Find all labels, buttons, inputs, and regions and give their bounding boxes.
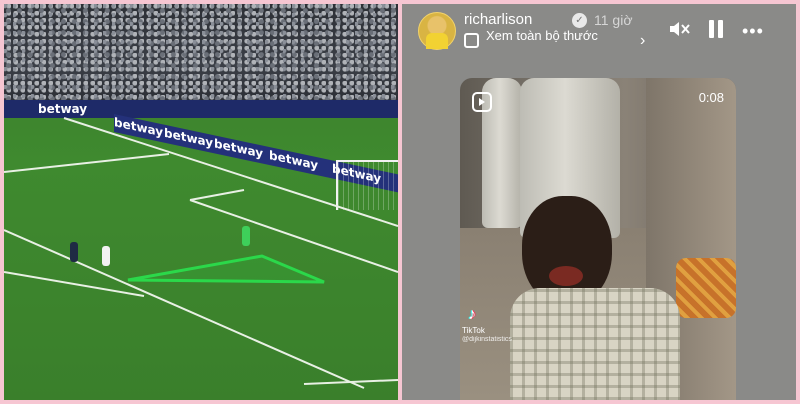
- more-icon[interactable]: •••: [742, 21, 764, 42]
- video-duration: 0:08: [698, 90, 724, 105]
- player-goalkeeper: [242, 226, 250, 246]
- crying-boy-shirt: [510, 288, 680, 400]
- shot-angle-highlight: [127, 254, 325, 284]
- player-defender: [70, 242, 78, 262]
- pause-icon[interactable]: [708, 20, 724, 38]
- profile-avatar[interactable]: [418, 12, 456, 50]
- avatar-shirt: [426, 33, 448, 49]
- pitch-markings: [4, 117, 398, 389]
- reels-icon: [464, 33, 479, 48]
- instagram-story: richarlison ✓ 11 giờ Xem toàn bộ thước ›…: [402, 4, 796, 400]
- football-match-image: betway betway betway betway betway betwa…: [4, 4, 398, 400]
- story-timestamp: 11 giờ: [594, 12, 633, 28]
- verified-badge-icon: ✓: [572, 13, 587, 28]
- reels-icon: [472, 92, 492, 112]
- chevron-right-icon[interactable]: ›: [640, 32, 645, 50]
- view-full-reel-link[interactable]: Xem toàn bộ thước: [486, 28, 598, 43]
- player-striker: [102, 246, 110, 266]
- story-username[interactable]: richarlison: [464, 11, 532, 28]
- speaker-muted-icon[interactable]: [668, 18, 690, 40]
- tiktok-watermark: TikTok: [462, 326, 485, 335]
- crying-boy-mouth: [549, 266, 583, 286]
- tiktok-handle: @dijkinstatistics: [462, 336, 512, 343]
- video-cloth: [676, 258, 736, 318]
- tiktok-logo-icon: ♪: [468, 306, 476, 323]
- story-video[interactable]: 0:08 ♪ TikTok @dijkinstatistics: [460, 78, 736, 400]
